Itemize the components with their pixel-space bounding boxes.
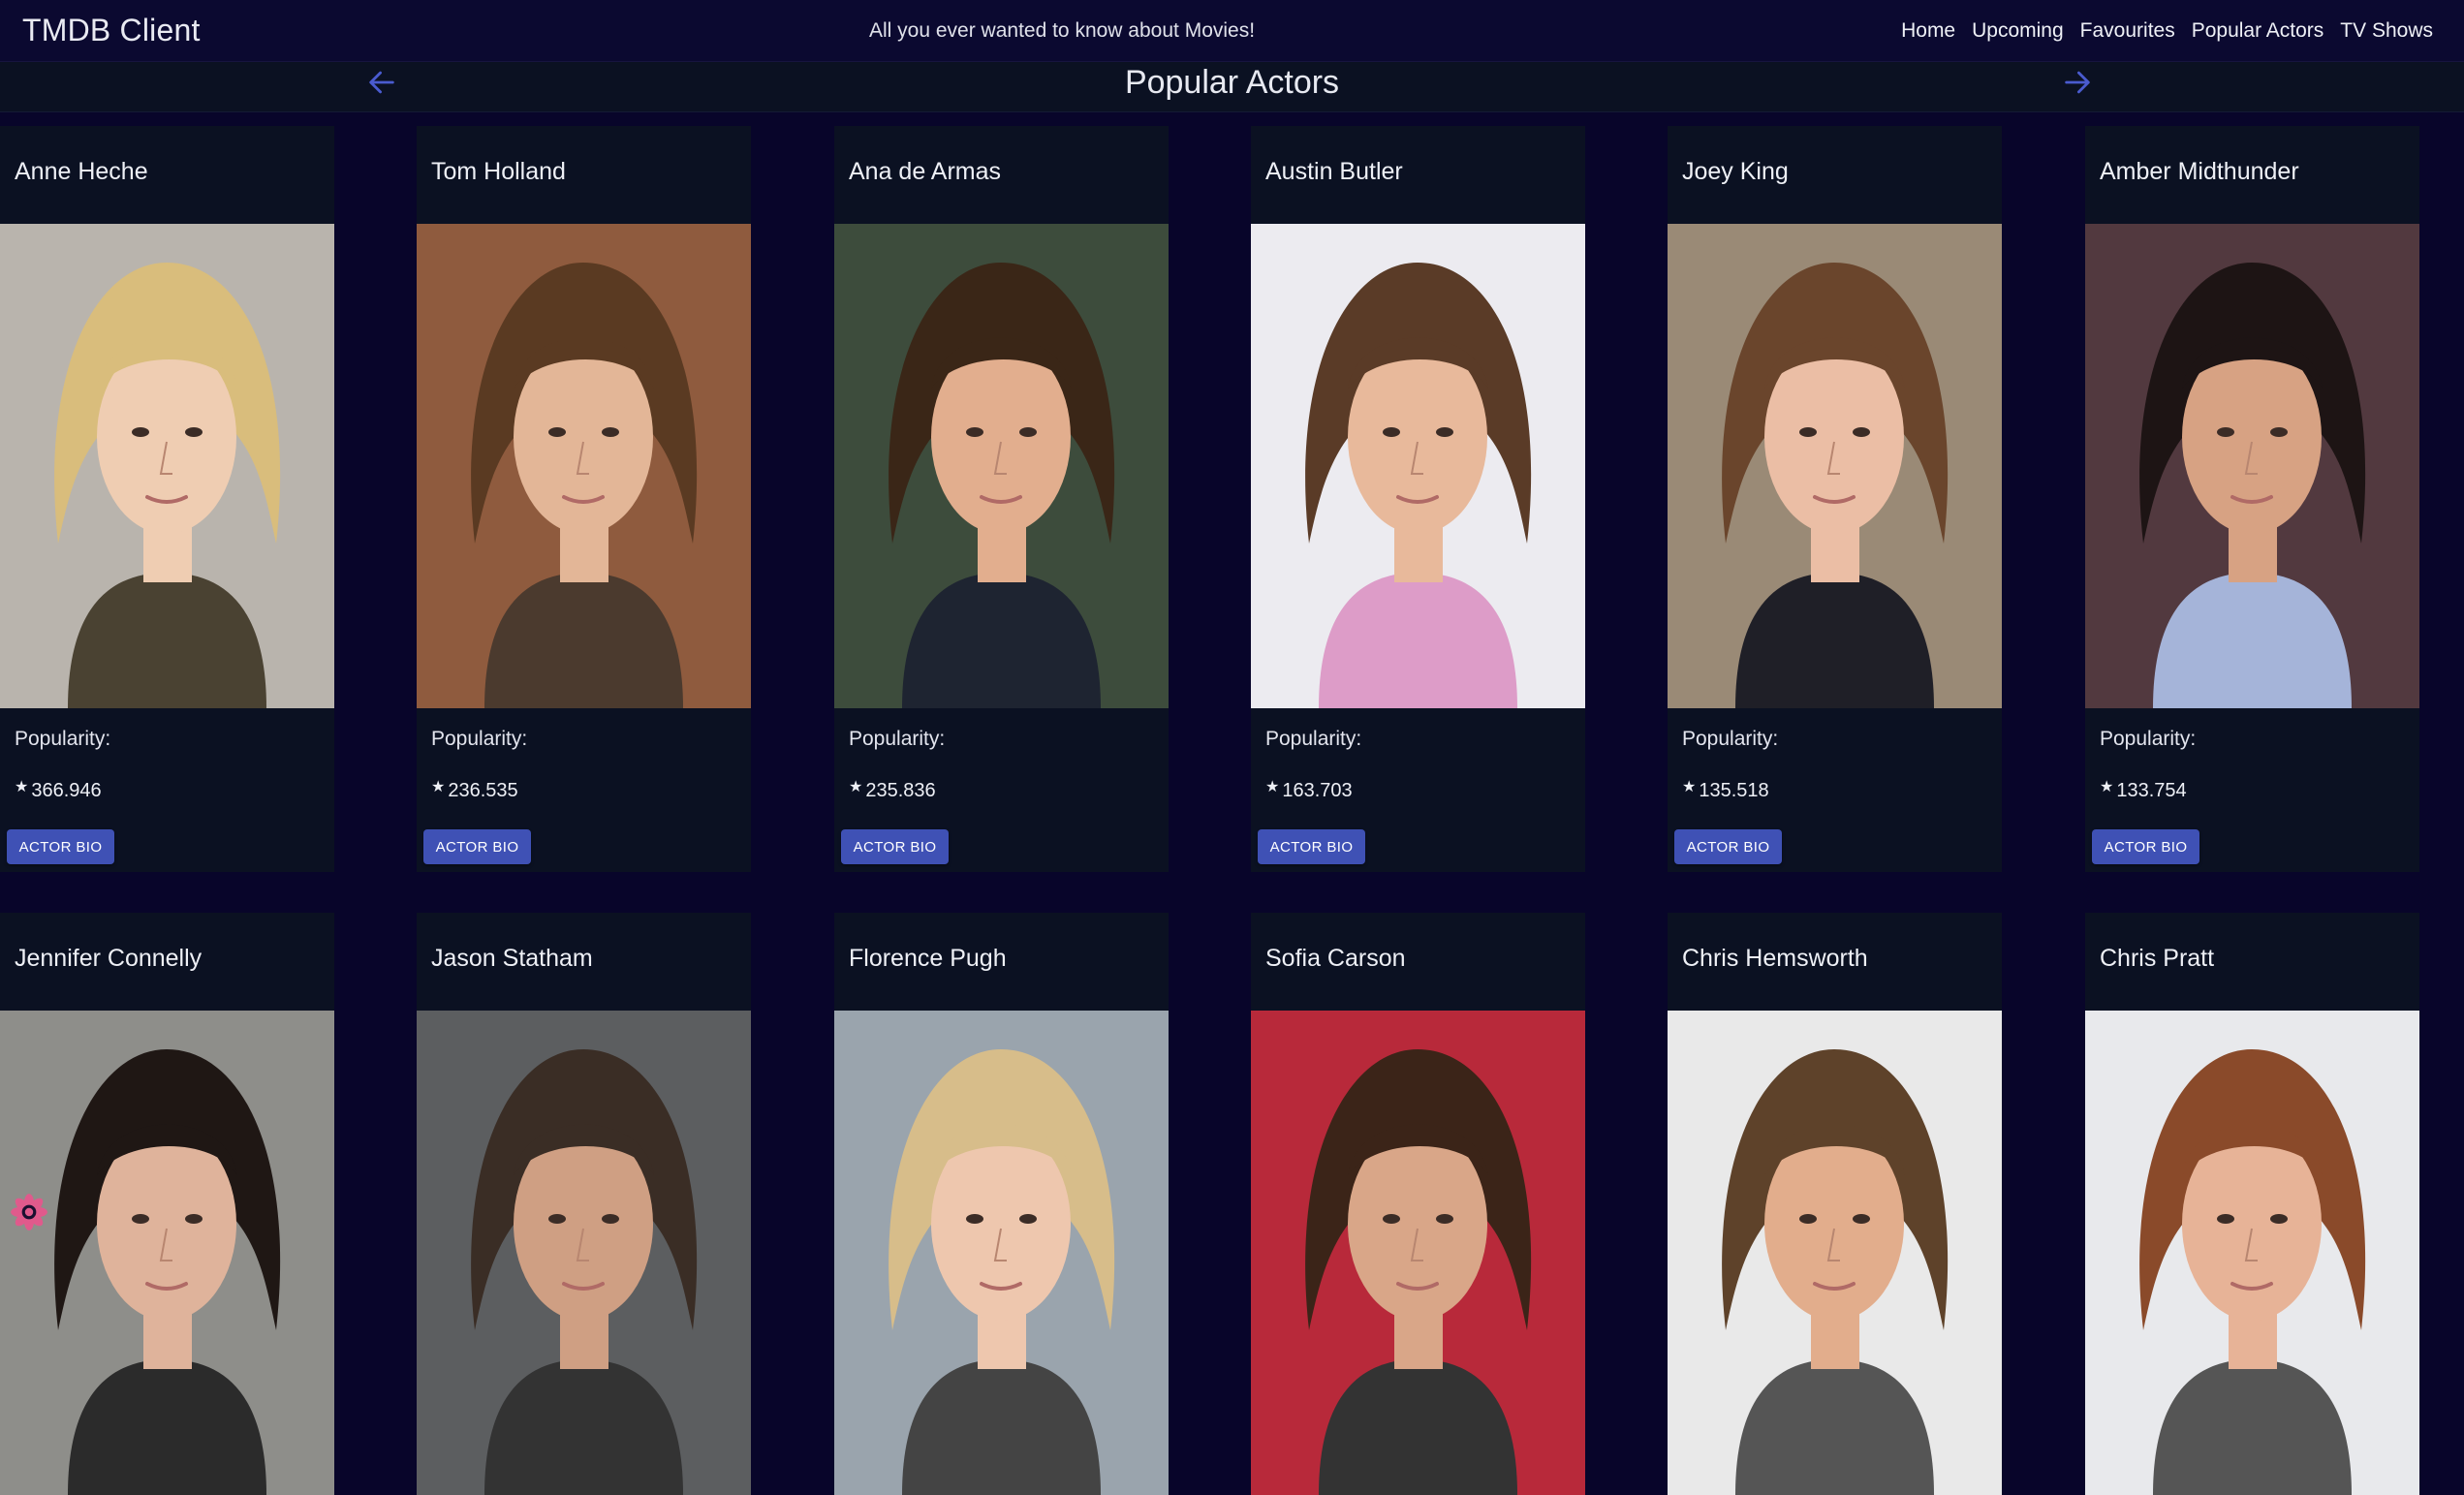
nav-tv-shows[interactable]: TV Shows bbox=[2340, 19, 2433, 43]
actor-bio-button[interactable]: ACTOR BIO bbox=[423, 829, 531, 864]
popularity-value: 235.836 bbox=[865, 780, 936, 801]
actor-photo-frame[interactable] bbox=[834, 1011, 1169, 1495]
actor-card: Chris Hemsworth bbox=[1668, 913, 2002, 1495]
star-icon: ★ bbox=[1682, 779, 1697, 795]
actor-name[interactable]: Amber Midthunder bbox=[2085, 126, 2419, 224]
actor-photo bbox=[1251, 1011, 1585, 1495]
actor-bio-button[interactable]: ACTOR BIO bbox=[1674, 829, 1782, 864]
actor-photo-frame[interactable] bbox=[1668, 224, 2002, 708]
popularity-value: 236.535 bbox=[448, 780, 518, 801]
popularity-value-row: ★ 133.754 bbox=[2100, 779, 2419, 802]
actor-card: Jennifer Connelly bbox=[0, 913, 334, 1495]
popularity-value-row: ★ 135.518 bbox=[1682, 779, 2002, 802]
app-title[interactable]: TMDB Client bbox=[22, 13, 201, 48]
popularity-value-row: ★ 163.703 bbox=[1265, 779, 1585, 802]
actor-photo-frame[interactable] bbox=[417, 224, 751, 708]
actor-photo bbox=[0, 224, 334, 708]
star-icon: ★ bbox=[2100, 779, 2114, 795]
popularity-value-row: ★ 235.836 bbox=[849, 779, 1169, 802]
actor-bio-button[interactable]: ACTOR BIO bbox=[841, 829, 949, 864]
popularity-value-row: ★ 236.535 bbox=[431, 779, 751, 802]
popularity-value: 366.946 bbox=[31, 780, 102, 801]
page-title: Popular Actors bbox=[1124, 64, 1340, 101]
actor-bio-button[interactable]: ACTOR BIO bbox=[7, 829, 114, 864]
actor-card: Amber Midthunder Popularity: ★ 133.754 A… bbox=[2085, 126, 2419, 872]
actor-photo bbox=[417, 1011, 751, 1495]
actor-card: Joey King Popularity: ★ 135.518 ACTOR BI… bbox=[1668, 126, 2002, 872]
star-icon: ★ bbox=[1265, 779, 1280, 795]
actor-photo-frame[interactable] bbox=[0, 224, 334, 708]
actor-name[interactable]: Jennifer Connelly bbox=[0, 913, 334, 1011]
actor-bio-button[interactable]: ACTOR BIO bbox=[1258, 829, 1365, 864]
actor-photo-frame[interactable] bbox=[0, 1011, 334, 1495]
actor-card: Jason Statham bbox=[417, 913, 751, 1495]
actor-name[interactable]: Austin Butler bbox=[1251, 126, 1585, 224]
arrow-right-icon[interactable] bbox=[2061, 66, 2094, 99]
nav-upcoming[interactable]: Upcoming bbox=[1972, 19, 2064, 43]
actor-name[interactable]: Tom Holland bbox=[417, 126, 751, 224]
actor-photo bbox=[1668, 224, 2002, 708]
actor-photo bbox=[417, 224, 751, 708]
actor-photo bbox=[1668, 1011, 2002, 1495]
actor-card: Tom Holland Popularity: ★ 236.535 ACTOR … bbox=[417, 126, 751, 872]
star-icon: ★ bbox=[431, 779, 446, 795]
actor-photo bbox=[2085, 1011, 2419, 1495]
actor-name[interactable]: Joey King bbox=[1668, 126, 2002, 224]
actor-card: Austin Butler Popularity: ★ 163.703 ACTO… bbox=[1251, 126, 1585, 872]
popularity-label: Popularity: bbox=[431, 728, 528, 750]
actor-photo-frame[interactable] bbox=[417, 1011, 751, 1495]
actor-name[interactable]: Florence Pugh bbox=[834, 913, 1169, 1011]
actor-photo-frame[interactable] bbox=[2085, 1011, 2419, 1495]
main-nav: Home Upcoming Favourites Popular Actors … bbox=[1901, 19, 2433, 43]
actor-photo bbox=[834, 224, 1169, 708]
actor-name[interactable]: Chris Pratt bbox=[2085, 913, 2419, 1011]
actor-card: Ana de Armas Popularity: ★ 235.836 ACTOR… bbox=[834, 126, 1169, 872]
actor-name[interactable]: Anne Heche bbox=[0, 126, 334, 224]
nav-popular-actors[interactable]: Popular Actors bbox=[2192, 19, 2324, 43]
app-tagline: All you ever wanted to know about Movies… bbox=[869, 19, 1256, 42]
actor-name[interactable]: Ana de Armas bbox=[834, 126, 1169, 224]
actor-card: Anne Heche Popularity: ★ 366.946 ACTOR B… bbox=[0, 126, 334, 872]
actor-photo-frame[interactable] bbox=[834, 224, 1169, 708]
popularity-label: Popularity: bbox=[1682, 728, 1779, 750]
actor-photo-frame[interactable] bbox=[1251, 224, 1585, 708]
actor-name[interactable]: Chris Hemsworth bbox=[1668, 913, 2002, 1011]
star-icon: ★ bbox=[849, 779, 863, 795]
nav-home[interactable]: Home bbox=[1901, 19, 1955, 43]
actor-photo bbox=[1251, 224, 1585, 708]
actor-photo-frame[interactable] bbox=[1668, 1011, 2002, 1495]
popularity-label: Popularity: bbox=[15, 728, 111, 750]
actor-photo bbox=[0, 1011, 334, 1495]
popularity-value-row: ★ 366.946 bbox=[15, 779, 334, 802]
popularity-value: 163.703 bbox=[1282, 780, 1353, 801]
actor-photo-frame[interactable] bbox=[1251, 1011, 1585, 1495]
actor-photo-frame[interactable] bbox=[2085, 224, 2419, 708]
popularity-value: 133.754 bbox=[2116, 780, 2187, 801]
flower-icon[interactable] bbox=[9, 1192, 49, 1232]
actor-card: Chris Pratt bbox=[2085, 913, 2419, 1495]
actor-card: Sofia Carson bbox=[1251, 913, 1585, 1495]
actor-photo bbox=[834, 1011, 1169, 1495]
actor-card: Florence Pugh bbox=[834, 913, 1169, 1495]
star-icon: ★ bbox=[15, 779, 29, 795]
popularity-label: Popularity: bbox=[849, 728, 946, 750]
app-header: TMDB Client All you ever wanted to know … bbox=[0, 0, 2464, 62]
popularity-value: 135.518 bbox=[1699, 780, 1769, 801]
actor-name[interactable]: Sofia Carson bbox=[1251, 913, 1585, 1011]
popularity-label: Popularity: bbox=[2100, 728, 2197, 750]
actor-name[interactable]: Jason Statham bbox=[417, 913, 751, 1011]
popularity-label: Popularity: bbox=[1265, 728, 1362, 750]
actor-photo bbox=[2085, 224, 2419, 708]
actor-bio-button[interactable]: ACTOR BIO bbox=[2092, 829, 2199, 864]
nav-favourites[interactable]: Favourites bbox=[2080, 19, 2175, 43]
